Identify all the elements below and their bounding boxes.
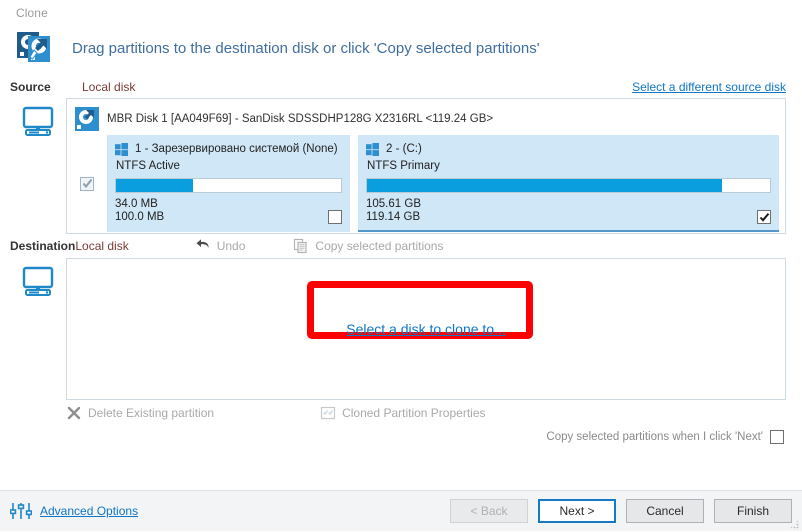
clone-wizard-window: Clone Drag partitions to the destination… xyxy=(0,0,802,531)
partition-header: 1 - Зарезервировано системой (None) xyxy=(115,141,342,157)
partition-item[interactable]: 1 - Зарезервировано системой (None) NTFS… xyxy=(107,135,350,232)
partition-used: 105.61 GB xyxy=(366,198,421,210)
resize-grip[interactable] xyxy=(789,518,799,529)
partition-usage-fill xyxy=(116,179,193,192)
advanced-options-link: Advanced Options xyxy=(40,504,139,518)
partition-header: 2 - (C:) xyxy=(366,141,771,157)
sliders-icon xyxy=(9,501,33,521)
partition-sizes: 34.0 MB 100.0 MB xyxy=(115,198,164,224)
partition-used: 34.0 MB xyxy=(115,198,158,210)
computer-icon xyxy=(21,106,55,136)
partition-filesystem: NTFS Active xyxy=(116,160,180,172)
window-title: Clone xyxy=(16,6,48,20)
partition-total: 119.14 GB xyxy=(366,211,421,223)
partition-name: 1 - Зарезервировано системой (None) xyxy=(135,143,338,155)
source-icon-column xyxy=(10,98,66,234)
select-different-source-disk-link[interactable]: Select a different source disk xyxy=(632,80,786,94)
partition-usage-bar xyxy=(366,178,771,193)
destination-disk-type: Local disk xyxy=(75,239,129,253)
finish-button[interactable]: Finish xyxy=(714,499,792,523)
source-disk-panel: MBR Disk 1 [AA049F69] - SanDisk SDSSDHP1… xyxy=(66,98,786,234)
cloned-partition-properties-button[interactable]: Cloned Partition Properties xyxy=(320,405,486,421)
clone-disks-icon xyxy=(14,28,58,68)
advanced-options[interactable]: Advanced Options xyxy=(9,501,139,521)
copy-on-next-row: Copy selected partitions when I click 'N… xyxy=(0,426,802,448)
source-disk-title: MBR Disk 1 [AA049F69] - SanDisk SDSSDHP1… xyxy=(107,113,494,125)
wizard-buttons: < Back Next > Cancel Finish xyxy=(450,499,792,523)
copy-pages-icon xyxy=(293,238,309,254)
source-disk-select-checkbox[interactable] xyxy=(73,135,101,232)
close-x-icon xyxy=(66,405,82,421)
undo-button[interactable]: Undo xyxy=(195,238,246,254)
computer-icon xyxy=(21,266,55,296)
page-header: Drag partitions to the destination disk … xyxy=(0,24,802,76)
destination-icon-column xyxy=(10,258,66,400)
source-label: Source xyxy=(10,80,51,94)
cancel-button[interactable]: Cancel xyxy=(626,499,704,523)
page-title: Drag partitions to the destination disk … xyxy=(72,39,540,57)
partition-footer: 34.0 MB 100.0 MB xyxy=(115,198,342,224)
undo-label: Undo xyxy=(216,239,246,253)
partition-total: 100.0 MB xyxy=(115,211,165,223)
copy-selected-partitions-label: Copy selected partitions xyxy=(315,239,444,253)
destination-label: Destination xyxy=(10,239,76,253)
copy-on-next-checkbox[interactable] xyxy=(770,430,784,444)
destination-zone: Select a disk to clone to... xyxy=(0,258,802,400)
destination-header-row: Destination Local disk Undo Copy selecte… xyxy=(0,234,802,258)
partition-usage-bar xyxy=(115,178,342,193)
source-disk-body: 1 - Зарезервировано системой (None) NTFS… xyxy=(73,135,779,232)
delete-existing-partition-button[interactable]: Delete Existing partition xyxy=(66,405,214,421)
properties-grid-icon xyxy=(320,405,336,421)
next-button[interactable]: Next > xyxy=(538,499,616,523)
source-disk-header: MBR Disk 1 [AA049F69] - SanDisk SDSSDHP1… xyxy=(73,105,779,135)
undo-arrow-icon xyxy=(195,238,211,254)
copy-selected-partitions-button[interactable]: Copy selected partitions xyxy=(293,238,443,254)
partition-usage-fill xyxy=(367,179,722,192)
partition-filesystem: NTFS Primary xyxy=(367,160,440,172)
check-icon xyxy=(759,212,769,222)
delete-existing-partition-label: Delete Existing partition xyxy=(88,406,215,420)
select-disk-to-clone-to-link[interactable]: Select a disk to clone to... xyxy=(346,321,506,337)
destination-disk-panel[interactable]: Select a disk to clone to... xyxy=(66,258,786,400)
partition-item[interactable]: 2 - (C:) NTFS Primary 105.61 GB 119.14 G… xyxy=(358,135,779,232)
source-header-row: Source Local disk Select a different sou… xyxy=(0,76,802,98)
destination-bottom-toolbar: Delete Existing partition Cloned Partiti… xyxy=(0,400,802,426)
source-disk-type: Local disk xyxy=(82,80,136,94)
partition-checkbox[interactable] xyxy=(757,210,771,224)
windows-logo-icon xyxy=(366,142,379,156)
wizard-footer: Advanced Options < Back Next > Cancel Fi… xyxy=(0,490,802,531)
back-button[interactable]: < Back xyxy=(450,499,528,523)
partition-sizes: 105.61 GB 119.14 GB xyxy=(366,198,421,224)
source-zone: MBR Disk 1 [AA049F69] - SanDisk SDSSDHP1… xyxy=(0,98,802,234)
cloned-partition-properties-label: Cloned Partition Properties xyxy=(342,406,486,420)
hard-disk-icon xyxy=(75,107,99,131)
partition-checkbox[interactable] xyxy=(328,210,342,224)
source-partition-list: 1 - Зарезервировано системой (None) NTFS… xyxy=(107,135,779,232)
check-icon xyxy=(82,178,92,189)
partition-name: 2 - (C:) xyxy=(386,143,422,155)
partition-footer: 105.61 GB 119.14 GB xyxy=(366,198,771,224)
windows-logo-icon xyxy=(115,142,128,156)
copy-on-next-label: Copy selected partitions when I click 'N… xyxy=(546,431,763,443)
